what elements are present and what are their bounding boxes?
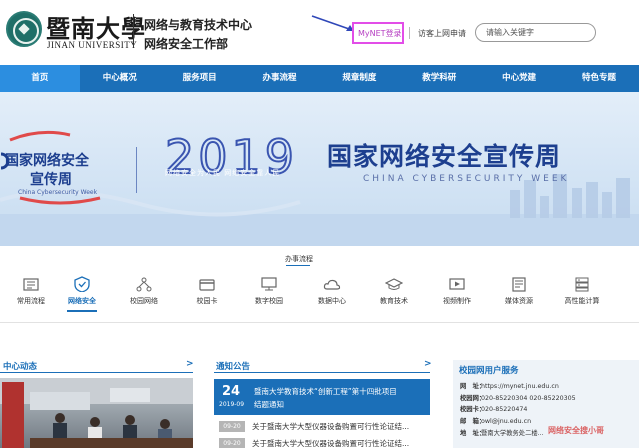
service-row-label: 校园卡：	[460, 406, 486, 413]
monitor-icon	[261, 277, 277, 291]
banner-left-title-2: 宣传周	[30, 172, 72, 188]
notice-highlight-item[interactable]	[214, 379, 430, 415]
service-email-link[interactable]: owl@jnu.edu.cn	[481, 418, 531, 425]
quick-link-label: 校园网络	[130, 297, 158, 305]
guest-access-link[interactable]: 访客上网申请	[418, 28, 466, 39]
notices-title[interactable]: 通知公告	[216, 360, 250, 372]
service-row-value: 020-85220474	[481, 406, 528, 413]
service-row: 地 址：暨南大学教务处二楼...	[460, 428, 544, 437]
banner-main-subtitle: CHINA CYBERSECURITY WEEK	[363, 174, 570, 184]
cloud-icon	[323, 279, 341, 290]
service-website-link[interactable]: https://mynet.jnu.edu.cn	[481, 383, 559, 390]
notice-list-item[interactable]: 09-20 关于暨南大学大型仪器设备购置可行性论证结...	[214, 420, 430, 434]
quick-link-8[interactable]: 视频制作	[426, 270, 488, 320]
nav-item-2[interactable]: 中心概况	[80, 65, 160, 92]
notice-highlight-title[interactable]: 暨南大学教育技术“创新工程”第十四批项目	[254, 386, 397, 397]
graduation-cap-icon	[385, 278, 403, 290]
department-name-line2: 网络安全工作部	[144, 37, 229, 51]
main-nav: 首页 中心概况 服务项目 办事流程 规章制度 教学科研 中心党建 特色专题	[0, 65, 639, 92]
center-news-underline	[0, 372, 193, 373]
nav-item-5[interactable]: 规章制度	[320, 65, 400, 92]
service-row-value: 暨南大学教务处二楼...	[481, 430, 544, 437]
quick-link-3[interactable]: 校园网络	[113, 270, 175, 320]
service-row: 邮 箱：owl@jnu.edu.cn	[460, 416, 531, 425]
section-title-underline	[286, 265, 310, 266]
notice-date: 09-20	[219, 438, 245, 448]
video-icon	[449, 278, 465, 290]
center-news-more-link[interactable]: >	[186, 359, 194, 369]
university-name-en: JINAN UNIVERSITY	[47, 40, 138, 50]
quick-link-label: 视频制作	[443, 297, 471, 305]
service-row: 校园卡：020-85220474	[460, 404, 527, 413]
nav-item-7[interactable]: 中心党建	[479, 65, 559, 92]
quick-link-label: 媒体资源	[505, 297, 533, 305]
quick-link-label: 网络安全	[68, 297, 96, 305]
notice-list-item[interactable]: 09-20 关于暨南大学大型仪器设备购置可行性论证结...	[214, 437, 430, 448]
university-name-cn[interactable]: 暨南大學	[46, 9, 146, 44]
service-row-label: 网 址：	[460, 383, 486, 390]
quick-link-7[interactable]: 教育技术	[363, 270, 425, 320]
header-divider	[133, 14, 134, 48]
quick-link-4[interactable]: 校园卡	[176, 270, 238, 320]
notices-underline	[214, 372, 430, 373]
quick-link-label: 数据中心	[318, 297, 346, 305]
banner-left-subtitle: China Cybersecurity Week	[18, 189, 98, 196]
notice-highlight-day: 24	[222, 384, 241, 399]
service-row-label: 邮 箱：	[460, 418, 486, 425]
header-link-separator	[409, 27, 410, 39]
quick-link-label: 教育技术	[380, 297, 408, 305]
service-row-value: 020-85220304 020-85220305	[481, 395, 576, 402]
quick-link-5[interactable]: 数字校园	[238, 270, 300, 320]
notice-highlight-year-month: 2019-09	[219, 401, 245, 408]
quick-links-section-title: 办事流程	[285, 255, 313, 263]
notice-highlight-title-2[interactable]: 结题通知	[254, 399, 284, 410]
notice-date: 09-20	[219, 421, 245, 432]
department-name-line1: 网络与教育技术中心	[144, 18, 253, 32]
quick-link-label: 高性能计算	[564, 297, 600, 305]
banner-main-title: 国家网络安全宣传周	[327, 142, 562, 171]
shield-icon	[74, 276, 90, 292]
notice-text[interactable]: 关于暨南大学大型仪器设备购置可行性论证结...	[252, 437, 409, 448]
quick-link-9[interactable]: 媒体资源	[488, 270, 550, 320]
list-icon	[23, 278, 39, 291]
service-row: 网 址：https://mynet.jnu.edu.cn	[460, 381, 559, 390]
banner-left-title: 国家网络安全	[5, 153, 89, 169]
cybersecurity-week-banner[interactable]: 国家网络安全 宣传周 China Cybersecurity Week 2019…	[0, 92, 639, 246]
service-row: 校园网：020-85220304 020-85220305	[460, 393, 576, 402]
nav-item-6[interactable]: 教学科研	[399, 65, 479, 92]
card-icon	[199, 279, 215, 291]
notices-more-link[interactable]: >	[424, 359, 432, 369]
quick-link-label: 数字校园	[255, 297, 283, 305]
banner-slogan: 网络安全为人民 网络安全靠人民	[165, 169, 281, 177]
search-input[interactable]	[475, 23, 596, 42]
watermark-text: 网络安全搜小哥	[548, 426, 604, 435]
quick-link-10[interactable]: 高性能计算	[551, 270, 613, 320]
user-service-title: 校园网用户服务	[459, 366, 519, 376]
quick-links-bar: 常用流程 网络安全 校园网络 校园卡 数字校园 数据中心 教育技术 视频制作 媒体资源 高性能计算	[0, 270, 639, 320]
quick-links-divider	[0, 322, 639, 323]
nav-item-4[interactable]: 办事流程	[240, 65, 320, 92]
mynet-login-link[interactable]: MyNET登录	[358, 28, 402, 39]
meeting-photo-graphic	[0, 378, 193, 448]
center-news-photo[interactable]	[0, 378, 193, 448]
service-row-label: 校园网：	[460, 395, 486, 402]
nav-item-1[interactable]: 首页	[0, 65, 80, 92]
center-news-title[interactable]: 中心动态	[3, 360, 37, 372]
site-header: 暨南大學 JINAN UNIVERSITY 网络与教育技术中心 网络安全工作部 …	[0, 0, 639, 65]
nav-item-8[interactable]: 特色专题	[559, 65, 639, 92]
quick-link-6[interactable]: 数据中心	[301, 270, 363, 320]
university-seal-icon[interactable]	[6, 11, 42, 47]
network-icon	[136, 277, 152, 292]
quick-link-label: 校园卡	[196, 297, 218, 305]
media-icon	[512, 277, 526, 292]
nav-item-3[interactable]: 服务项目	[160, 65, 240, 92]
notice-text[interactable]: 关于暨南大学大型仪器设备购置可行性论证结...	[252, 420, 409, 433]
service-row-label: 地 址：	[460, 430, 486, 437]
server-icon	[575, 277, 589, 292]
banner-divider	[136, 147, 137, 193]
quick-link-2[interactable]: 网络安全	[51, 270, 113, 320]
quick-link-active-underline	[67, 310, 97, 312]
